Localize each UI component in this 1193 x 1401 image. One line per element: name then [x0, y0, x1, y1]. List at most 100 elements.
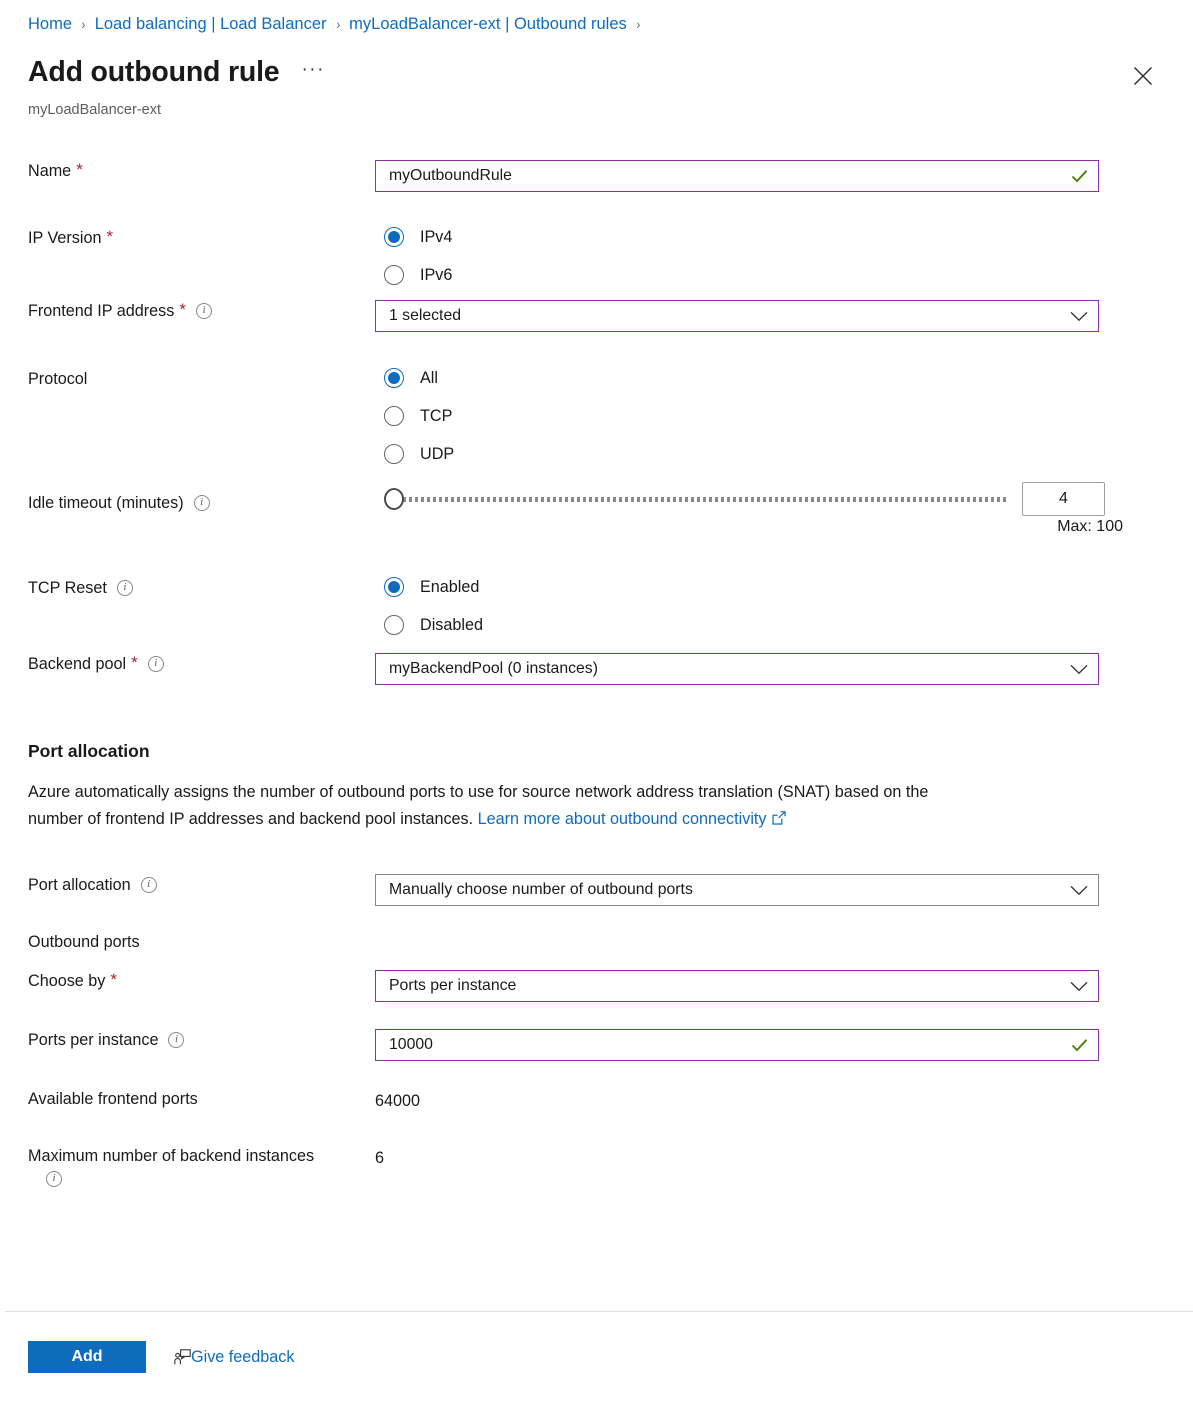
field-row-outbound-ports-heading: Outbound ports: [0, 931, 1193, 970]
label-tcp-reset-text: TCP Reset: [28, 579, 107, 597]
field-row-ports-per-instance: Ports per instance i 10000: [0, 1029, 1193, 1088]
backend-pool-dropdown[interactable]: myBackendPool (0 instances): [375, 653, 1099, 685]
label-max-backend-instances: Maximum number of backend instances i: [0, 1145, 375, 1187]
breadcrumb-item-home[interactable]: Home: [28, 13, 72, 35]
field-row-choose-by: Choose by * Ports per instance: [0, 970, 1193, 1029]
radio-protocol-tcp[interactable]: TCP: [375, 397, 1193, 435]
max-backend-instances-value: 6: [375, 1149, 385, 1167]
page-subtitle: myLoadBalancer-ext: [28, 102, 161, 118]
radio-protocol-all[interactable]: All: [375, 359, 1193, 397]
info-icon[interactable]: i: [46, 1171, 62, 1187]
info-icon[interactable]: i: [168, 1032, 185, 1048]
learn-more-link[interactable]: Learn more about outbound connectivity: [478, 810, 767, 828]
slider-thumb[interactable]: [384, 488, 404, 510]
label-max-backend-instances-text: Maximum number of backend instances: [28, 1147, 315, 1165]
section-title-port-allocation: Port allocation: [28, 741, 150, 761]
field-row-idle-timeout: Idle timeout (minutes) i 4 Max: 100: [0, 482, 1193, 568]
field-row-port-allocation: Port allocation i Manually choose number…: [0, 874, 1193, 931]
breadcrumb-item-load-balancing[interactable]: Load balancing | Load Balancer: [95, 13, 327, 35]
ports-per-instance-value: 10000: [389, 1036, 433, 1053]
field-row-ip-version: IP Version * IPv4 IPv6: [0, 218, 1193, 300]
breadcrumb-item-outbound-rules[interactable]: myLoadBalancer-ext | Outbound rules: [349, 13, 627, 35]
label-port-allocation: Port allocation i: [0, 874, 375, 896]
idle-timeout-slider[interactable]: [384, 484, 1009, 514]
label-backend-pool: Backend pool * i: [0, 653, 375, 675]
radio-ipv6-label: IPv6: [420, 266, 453, 284]
tcp-reset-radio-group: Enabled Disabled: [375, 568, 1193, 644]
idle-timeout-value: 4: [1059, 490, 1068, 507]
info-icon[interactable]: i: [147, 656, 164, 672]
required-marker: *: [76, 160, 83, 179]
radio-ipv4[interactable]: IPv4: [375, 218, 1193, 256]
label-frontend-ip-text: Frontend IP address: [28, 302, 175, 320]
radio-tcp-reset-enabled[interactable]: Enabled: [375, 568, 1193, 606]
idle-timeout-max-label: Max: 100: [1057, 518, 1123, 535]
page-title: Add outbound rule: [28, 56, 280, 88]
label-tcp-reset: TCP Reset i: [0, 568, 375, 599]
slider-track[interactable]: [403, 496, 1009, 502]
radio-ipv4-label: IPv4: [420, 228, 453, 246]
port-allocation-value: Manually choose number of outbound ports: [389, 881, 693, 898]
label-ip-version: IP Version *: [0, 218, 375, 249]
breadcrumb: Home › Load balancing | Load Balancer › …: [28, 13, 649, 35]
info-icon[interactable]: i: [196, 303, 212, 319]
give-feedback-link[interactable]: Give feedback: [174, 1346, 294, 1368]
label-port-allocation-text: Port allocation: [28, 876, 131, 894]
name-input[interactable]: myOutboundRule: [375, 160, 1099, 192]
required-marker: *: [179, 300, 186, 319]
radio-protocol-tcp-label: TCP: [420, 407, 453, 425]
radio-indicator: [384, 227, 404, 247]
label-choose-by: Choose by *: [0, 970, 375, 992]
more-options-button[interactable]: ···: [301, 60, 324, 79]
info-icon[interactable]: i: [116, 580, 133, 596]
idle-timeout-value-input[interactable]: 4: [1022, 482, 1105, 516]
add-button[interactable]: Add: [28, 1341, 146, 1373]
choose-by-value: Ports per instance: [389, 977, 517, 994]
name-input-value: myOutboundRule: [389, 167, 512, 184]
label-ports-per-instance-text: Ports per instance: [28, 1031, 159, 1049]
close-icon[interactable]: [1129, 62, 1157, 90]
radio-indicator: [384, 615, 404, 635]
frontend-ip-value: 1 selected: [389, 307, 462, 324]
label-protocol-text: Protocol: [28, 370, 88, 388]
label-available-frontend-ports: Available frontend ports: [0, 1088, 375, 1110]
footer-divider: [5, 1311, 1193, 1312]
field-row-backend-pool: Backend pool * i myBackendPool (0 instan…: [0, 653, 1193, 725]
valid-check-icon: [1071, 169, 1088, 183]
label-ports-per-instance: Ports per instance i: [0, 1029, 375, 1051]
label-name-text: Name: [28, 162, 72, 180]
give-feedback-label: Give feedback: [191, 1348, 295, 1366]
required-marker: *: [131, 653, 138, 672]
breadcrumb-separator: ›: [636, 16, 640, 32]
radio-indicator: [384, 577, 404, 597]
radio-protocol-udp[interactable]: UDP: [375, 435, 1193, 473]
field-row-tcp-reset: TCP Reset i Enabled Disabled: [0, 568, 1193, 653]
frontend-ip-dropdown[interactable]: 1 selected: [375, 300, 1099, 332]
external-link-icon[interactable]: [771, 807, 786, 834]
info-icon[interactable]: i: [193, 495, 210, 511]
radio-indicator: [384, 265, 404, 285]
chevron-down-icon: [1070, 664, 1088, 675]
add-outbound-rule-form: Name * myOutboundRule IP Version * IPv4 …: [0, 160, 1193, 1205]
field-row-max-backend-instances: Maximum number of backend instances i 6: [0, 1145, 1193, 1205]
feedback-person-icon: [174, 1349, 191, 1365]
info-icon[interactable]: i: [140, 877, 157, 893]
radio-indicator: [384, 444, 404, 464]
field-row-available-frontend-ports: Available frontend ports 64000: [0, 1088, 1193, 1145]
radio-tcp-reset-enabled-label: Enabled: [420, 578, 480, 596]
ip-version-radio-group: IPv4 IPv6: [375, 218, 1193, 294]
radio-ipv6[interactable]: IPv6: [375, 256, 1193, 294]
port-allocation-dropdown[interactable]: Manually choose number of outbound ports: [375, 874, 1099, 906]
choose-by-dropdown[interactable]: Ports per instance: [375, 970, 1099, 1002]
field-row-name: Name * myOutboundRule: [0, 160, 1193, 218]
required-marker: *: [106, 227, 114, 246]
label-ip-version-text: IP Version: [28, 229, 102, 247]
backend-pool-value: myBackendPool (0 instances): [389, 660, 598, 677]
radio-indicator: [384, 368, 404, 388]
heading-outbound-ports: Outbound ports: [0, 931, 375, 953]
protocol-radio-group: All TCP UDP: [375, 359, 1193, 473]
ports-per-instance-input[interactable]: 10000: [375, 1029, 1099, 1061]
radio-tcp-reset-disabled[interactable]: Disabled: [375, 606, 1193, 644]
label-idle-timeout-text: Idle timeout (minutes): [28, 494, 184, 512]
radio-protocol-all-label: All: [420, 369, 438, 387]
